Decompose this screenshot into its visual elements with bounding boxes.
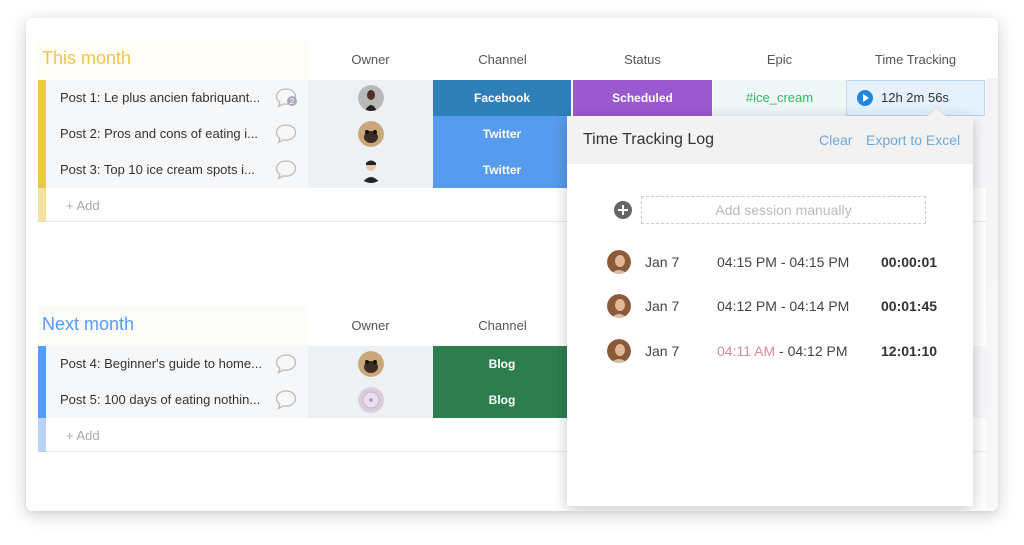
add-session-input[interactable]: Add session manually <box>641 196 926 224</box>
group-color-bar <box>38 80 46 116</box>
column-header-status[interactable]: Status <box>573 52 712 67</box>
group-title[interactable]: Next month <box>42 314 134 335</box>
owner-cell[interactable] <box>308 152 433 188</box>
session-range: 04:12 PM - 04:14 PM <box>717 298 850 314</box>
user-avatar <box>607 250 631 274</box>
owner-cell[interactable] <box>308 382 433 418</box>
channel-label[interactable]: Twitter <box>433 116 572 152</box>
session-row: Jan 7 04:15 PM - 04:15 PM 00:00:01 <box>567 248 973 278</box>
owner-cell[interactable] <box>308 116 433 152</box>
popup-title: Time Tracking Log <box>583 131 715 148</box>
session-end: 04:15 PM <box>789 254 850 270</box>
column-header-channel[interactable]: Channel <box>433 52 572 67</box>
group-color-bar <box>38 382 46 418</box>
session-duration: 00:00:01 <box>881 254 938 270</box>
session-range: 04:11 AM - 04:12 PM <box>717 343 848 359</box>
comment-icon[interactable] <box>274 389 298 411</box>
group-header: This month Owner Channel Status Epic Tim… <box>38 40 986 80</box>
item-name[interactable]: Post 4: Beginner's guide to home... <box>60 356 262 371</box>
group-color-bar <box>38 188 46 222</box>
flower-avatar[interactable] <box>358 387 384 413</box>
item-name[interactable]: Post 3: Top 10 ice cream spots i... <box>60 162 255 177</box>
channel-label[interactable]: Blog <box>433 382 572 418</box>
column-header-channel[interactable]: Channel <box>433 318 572 333</box>
session-range: 04:15 PM - 04:15 PM <box>717 254 850 270</box>
popup-header: Time Tracking Log Clear Export to Excel <box>567 116 973 164</box>
group-color-bar <box>38 152 46 188</box>
channel-label[interactable]: Facebook <box>433 80 572 116</box>
export-to-excel-button[interactable]: Export to Excel <box>866 132 960 148</box>
group-color-bar <box>38 116 46 152</box>
item-name-cell[interactable]: Post 3: Top 10 ice cream spots i... <box>46 152 308 188</box>
session-date: Jan 7 <box>645 254 680 270</box>
time-tracking-log-popup: Time Tracking Log Clear Export to Excel … <box>567 116 973 506</box>
time-tracking-cell[interactable]: 12h 2m 56s <box>846 80 985 116</box>
session-duration: 12:01:10 <box>881 343 938 359</box>
table-row[interactable]: Post 1: Le plus ancien fabriquant... 2 F… <box>38 80 986 116</box>
owner-cell[interactable] <box>308 80 433 116</box>
scroll-edge <box>986 78 998 508</box>
column-header-owner[interactable]: Owner <box>328 318 413 333</box>
add-item-button[interactable]: + Add <box>66 198 100 213</box>
column-header-epic[interactable]: Epic <box>713 52 846 67</box>
item-name[interactable]: Post 1: Le plus ancien fabriquant... <box>60 90 260 105</box>
clear-button[interactable]: Clear <box>819 132 852 148</box>
comment-icon[interactable] <box>274 159 298 181</box>
item-name[interactable]: Post 2: Pros and cons of eating i... <box>60 126 258 141</box>
comment-icon[interactable] <box>274 353 298 375</box>
board-card: This month Owner Channel Status Epic Tim… <box>26 18 998 511</box>
pug-avatar[interactable] <box>358 121 384 147</box>
item-name-cell[interactable]: Post 1: Le plus ancien fabriquant... 2 <box>46 80 308 116</box>
status-label[interactable]: Scheduled <box>573 80 712 116</box>
session-date: Jan 7 <box>645 343 680 359</box>
comment-icon[interactable]: 2 <box>274 87 298 109</box>
user-avatar <box>607 339 631 363</box>
item-name-cell[interactable]: Post 2: Pros and cons of eating i... <box>46 116 308 152</box>
item-name-cell[interactable]: Post 5: 100 days of eating nothin... <box>46 382 308 418</box>
add-item-button[interactable]: + Add <box>66 428 100 443</box>
item-name-cell[interactable]: Post 4: Beginner's guide to home... <box>46 346 308 382</box>
play-icon[interactable] <box>857 90 873 106</box>
session-end: 04:14 PM <box>789 298 850 314</box>
add-session-icon[interactable] <box>614 201 632 219</box>
session-start: 04:12 PM <box>717 298 777 314</box>
session-start: 04:15 PM <box>717 254 777 270</box>
group-title[interactable]: This month <box>42 48 131 69</box>
man-avatar[interactable] <box>358 157 384 183</box>
column-header-owner[interactable]: Owner <box>328 52 413 67</box>
pug-avatar[interactable] <box>358 351 384 377</box>
channel-label[interactable]: Twitter <box>433 152 572 188</box>
time-tracked-total: 12h 2m 56s <box>881 90 949 105</box>
group-color-bar <box>38 418 46 452</box>
group-color-bar <box>38 346 46 382</box>
session-duration: 00:01:45 <box>881 298 938 314</box>
column-header-time-tracking[interactable]: Time Tracking <box>846 52 985 67</box>
woman-avatar[interactable] <box>358 85 384 111</box>
session-date: Jan 7 <box>645 298 680 314</box>
comment-count-badge: 2 <box>290 97 295 106</box>
session-end: 04:12 PM <box>787 343 848 359</box>
session-row: Jan 7 04:11 AM - 04:12 PM 12:01:10 <box>567 337 973 367</box>
session-row: Jan 7 04:12 PM - 04:14 PM 00:01:45 <box>567 292 973 322</box>
owner-cell[interactable] <box>308 346 433 382</box>
epic-tag[interactable]: #ice_cream <box>713 80 846 116</box>
session-start: 04:11 AM <box>717 343 776 359</box>
channel-label[interactable]: Blog <box>433 346 572 382</box>
user-avatar <box>607 294 631 318</box>
item-name[interactable]: Post 5: 100 days of eating nothin... <box>60 392 260 407</box>
comment-icon[interactable] <box>274 123 298 145</box>
